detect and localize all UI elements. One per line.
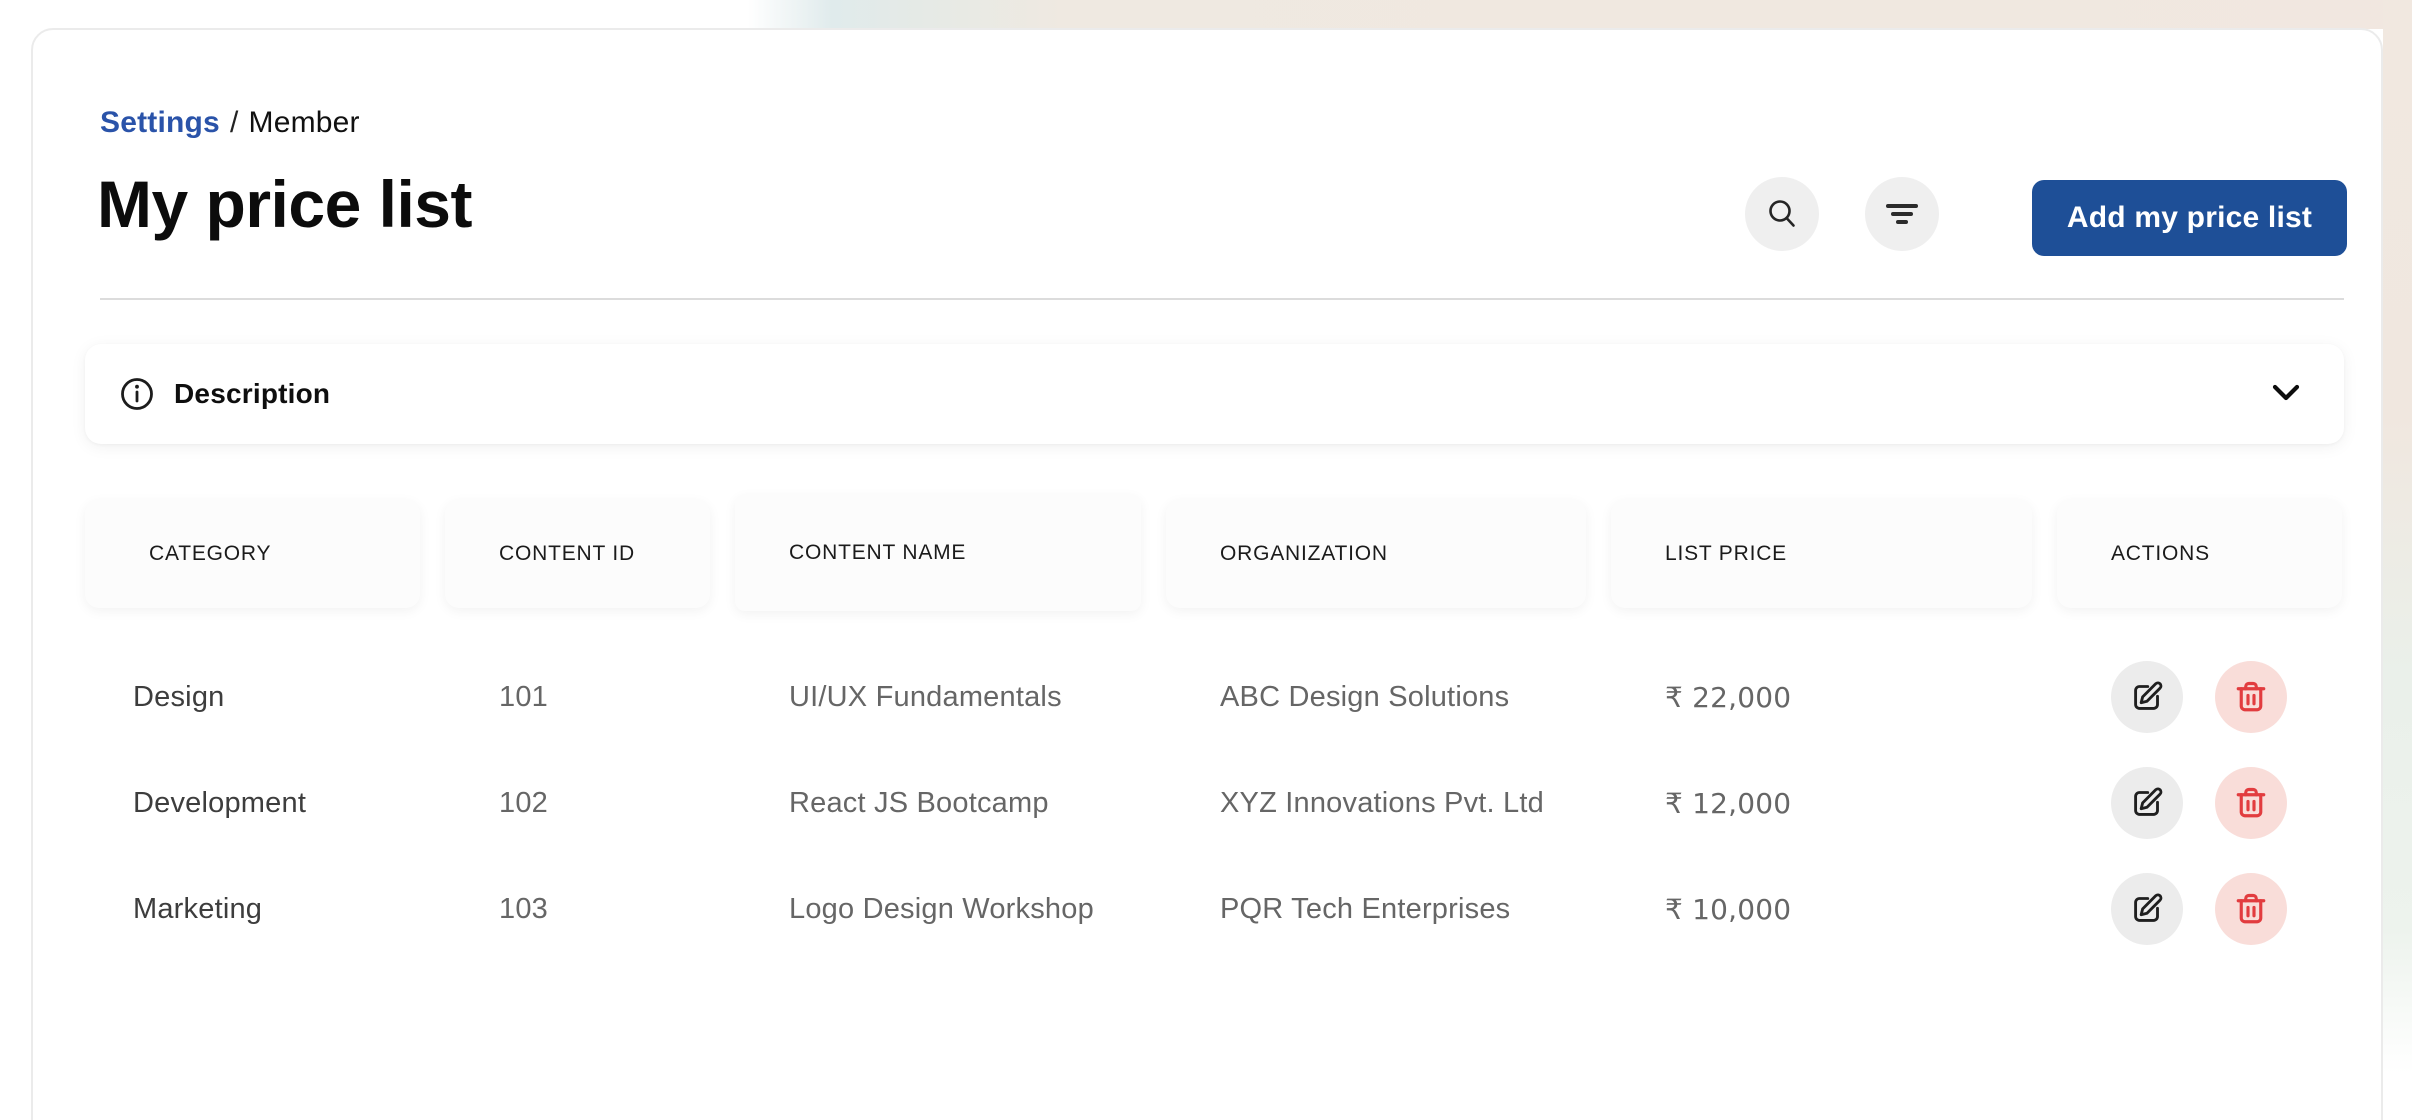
trash-icon [2233, 891, 2269, 927]
cell-organization: ABC Design Solutions [1220, 680, 1510, 713]
cell-organization: XYZ Innovations Pvt. Ltd [1220, 786, 1544, 819]
column-header-list-price: LIST PRICE [1611, 500, 2032, 608]
column-header-content-name: CONTENT NAME [735, 495, 1141, 611]
breadcrumb-member: Member [248, 106, 360, 139]
cell-content-name: UI/UX Fundamentals [789, 680, 1062, 713]
delete-button[interactable] [2215, 767, 2287, 839]
cell-content-name: React JS Bootcamp [789, 786, 1049, 819]
cell-actions [2057, 661, 2342, 733]
cell-list-price: ₹ 12,000 [1665, 786, 1792, 820]
background-top-gradient [0, 0, 2412, 29]
edit-button[interactable] [2111, 873, 2183, 945]
page: Settings / Member My price list Add my pri… [0, 0, 2412, 1120]
column-header-organization: ORGANIZATION [1166, 500, 1586, 608]
title-divider [100, 298, 2344, 300]
table-body: Design 101 UI/UX Fundamentals ABC Design… [33, 644, 2385, 962]
edit-button[interactable] [2111, 767, 2183, 839]
delete-button[interactable] [2215, 661, 2287, 733]
column-header-content-id: CONTENT ID [445, 500, 710, 608]
cell-actions [2057, 767, 2342, 839]
page-title: My price list [97, 167, 472, 241]
table-header-row: CATEGORY CONTENT ID CONTENT NAME ORGANIZ… [85, 495, 2412, 611]
cell-list-price: ₹ 10,000 [1665, 892, 1792, 926]
cell-content-id: 101 [499, 680, 548, 713]
cell-category: Marketing [133, 892, 263, 925]
info-circle-icon [118, 375, 156, 413]
add-price-list-button[interactable]: Add my price list [2032, 180, 2347, 256]
trash-icon [2233, 679, 2269, 715]
breadcrumb-separator: / [229, 106, 239, 139]
cell-content-id: 102 [499, 786, 548, 819]
cell-content-name: Logo Design Workshop [789, 892, 1094, 925]
table-row: Design 101 UI/UX Fundamentals ABC Design… [85, 644, 2385, 750]
delete-button[interactable] [2215, 873, 2287, 945]
search-button[interactable] [1745, 177, 1819, 251]
table-row: Development 102 React JS Bootcamp XYZ In… [85, 750, 2385, 856]
main-card: Settings / Member My price list Add my pri… [31, 28, 2383, 1120]
filter-lines-icon [1883, 197, 1921, 231]
breadcrumb: Settings / Member [100, 106, 360, 140]
cell-category: Development [133, 786, 307, 819]
column-header-actions: ACTIONS [2057, 500, 2342, 608]
edit-pencil-square-icon [2129, 891, 2165, 927]
filter-button[interactable] [1865, 177, 1939, 251]
cell-list-price: ₹ 22,000 [1665, 680, 1792, 714]
description-panel[interactable]: Description [85, 344, 2344, 444]
description-label: Description [174, 378, 331, 409]
column-header-category: CATEGORY [85, 500, 420, 608]
cell-category: Design [133, 680, 225, 713]
trash-icon [2233, 785, 2269, 821]
cell-content-id: 103 [499, 892, 548, 925]
edit-pencil-square-icon [2129, 679, 2165, 715]
cell-organization: PQR Tech Enterprises [1220, 892, 1511, 925]
edit-button[interactable] [2111, 661, 2183, 733]
cell-actions [2057, 873, 2342, 945]
search-icon [1764, 196, 1800, 232]
chevron-down-icon[interactable] [2269, 383, 2303, 405]
breadcrumb-settings-link[interactable]: Settings [100, 106, 220, 139]
edit-pencil-square-icon [2129, 785, 2165, 821]
table-row: Marketing 103 Logo Design Workshop PQR T… [85, 856, 2385, 962]
